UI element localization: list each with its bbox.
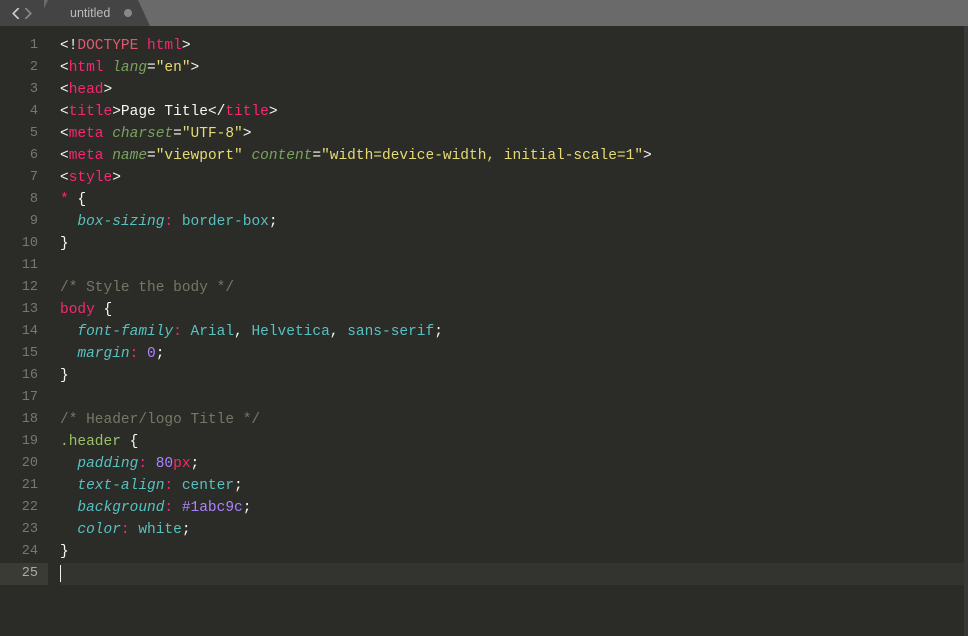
code-line[interactable]: padding: 80px; — [60, 453, 968, 475]
line-number: 20 — [0, 453, 38, 475]
back-icon — [12, 8, 21, 19]
code-line[interactable]: <title>Page Title</title> — [60, 101, 968, 123]
line-number: 17 — [0, 387, 38, 409]
code-line[interactable]: body { — [60, 299, 968, 321]
line-number: 1 — [0, 35, 38, 57]
code-line[interactable]: /* Style the body */ — [60, 277, 968, 299]
line-number: 21 — [0, 475, 38, 497]
line-number: 15 — [0, 343, 38, 365]
code-line[interactable]: box-sizing: border-box; — [60, 211, 968, 233]
code-line[interactable]: <style> — [60, 167, 968, 189]
line-number: 9 — [0, 211, 38, 233]
code-line[interactable]: } — [60, 233, 968, 255]
line-number: 25 — [0, 563, 48, 585]
code-line[interactable]: } — [60, 365, 968, 387]
line-number: 13 — [0, 299, 38, 321]
code-line[interactable]: margin: 0; — [60, 343, 968, 365]
line-number: 22 — [0, 497, 38, 519]
line-number: 3 — [0, 79, 38, 101]
line-number: 24 — [0, 541, 38, 563]
code-line[interactable]: } — [60, 541, 968, 563]
line-number: 5 — [0, 123, 38, 145]
minimap-edge — [964, 26, 968, 636]
code-line[interactable]: background: #1abc9c; — [60, 497, 968, 519]
code-line[interactable]: * { — [60, 189, 968, 211]
line-number: 18 — [0, 409, 38, 431]
code-line[interactable]: <head> — [60, 79, 968, 101]
forward-icon — [23, 8, 32, 19]
code-line[interactable]: <html lang="en"> — [60, 57, 968, 79]
code-line[interactable]: <meta name="viewport" content="width=dev… — [60, 145, 968, 167]
line-number: 2 — [0, 57, 38, 79]
code-line[interactable] — [60, 563, 968, 585]
line-number: 23 — [0, 519, 38, 541]
tab-bar: untitled — [0, 0, 968, 26]
line-number: 14 — [0, 321, 38, 343]
code-line[interactable]: font-family: Arial, Helvetica, sans-seri… — [60, 321, 968, 343]
code-line[interactable] — [60, 387, 968, 409]
line-number: 10 — [0, 233, 38, 255]
code-line[interactable]: <!DOCTYPE html> — [60, 35, 968, 57]
code-line[interactable]: color: white; — [60, 519, 968, 541]
code-line[interactable]: text-align: center; — [60, 475, 968, 497]
line-number: 7 — [0, 167, 38, 189]
line-number: 11 — [0, 255, 38, 277]
code-line[interactable]: <meta charset="UTF-8"> — [60, 123, 968, 145]
line-number: 8 — [0, 189, 38, 211]
code-line[interactable]: .header { — [60, 431, 968, 453]
line-number: 19 — [0, 431, 38, 453]
line-number: 16 — [0, 365, 38, 387]
line-gutter: 1234567891011121314151617181920212223242… — [0, 26, 48, 636]
line-number: 12 — [0, 277, 38, 299]
code-area[interactable]: <!DOCTYPE html><html lang="en"><head><ti… — [48, 26, 968, 636]
editor: 1234567891011121314151617181920212223242… — [0, 26, 968, 636]
dirty-indicator-icon — [124, 9, 132, 17]
line-number: 4 — [0, 101, 38, 123]
tab-title: untitled — [70, 6, 110, 20]
tab-untitled[interactable]: untitled — [48, 0, 138, 26]
code-line[interactable] — [60, 255, 968, 277]
code-line[interactable]: /* Header/logo Title */ — [60, 409, 968, 431]
line-number: 6 — [0, 145, 38, 167]
